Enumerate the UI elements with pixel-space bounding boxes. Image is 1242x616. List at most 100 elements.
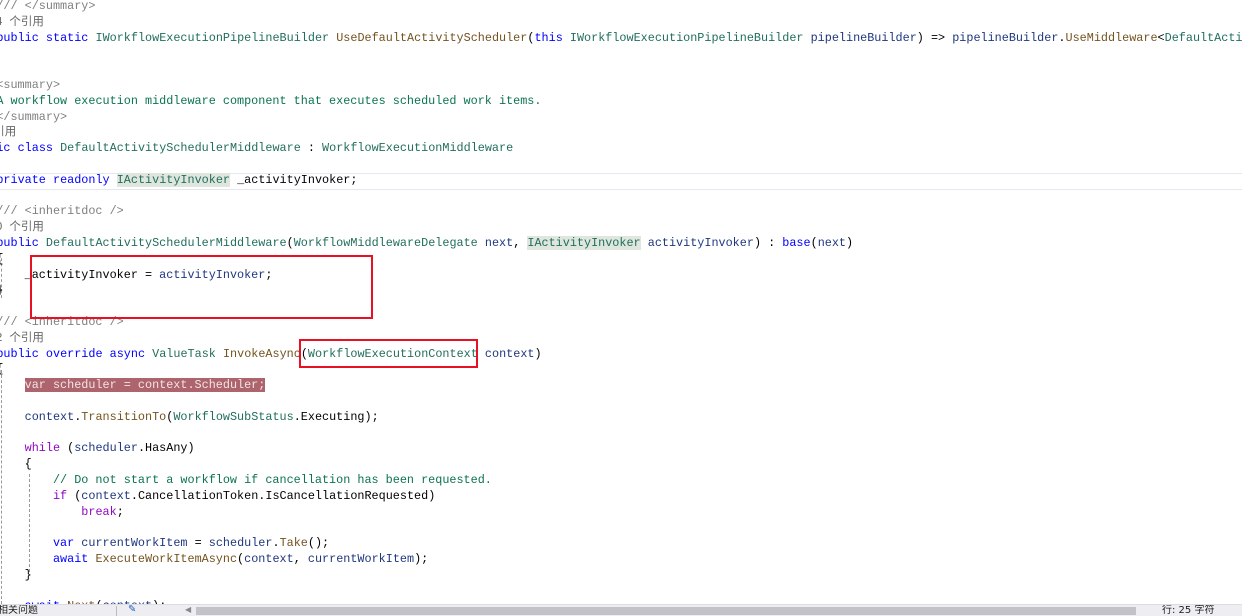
code-editor[interactable]: /// </summary> 4 个引用 public static IWork…	[0, 0, 1242, 604]
code-line[interactable]: /// A workflow execution middleware comp…	[0, 93, 541, 109]
code-line[interactable]: var scheduler = context.Scheduler;	[0, 377, 266, 393]
code-token: {	[0, 252, 3, 266]
code-line[interactable]: {	[0, 456, 32, 472]
codelens-references[interactable]: 1 个引用	[0, 126, 16, 139]
code-token: :	[300, 141, 323, 156]
code-token: ) :	[753, 236, 783, 250]
code-token: context	[484, 346, 535, 361]
code-token: scheduler	[208, 536, 273, 551]
code-token: IWorkflowExecutionPipelineBuilder	[569, 30, 804, 45]
annotation-box-constructor-body	[30, 255, 373, 319]
code-token: }	[0, 283, 3, 297]
code-line[interactable]: /// <inheritdoc />	[0, 203, 124, 219]
code-line[interactable]: while (scheduler.HasAny)	[0, 440, 195, 456]
code-token: break	[81, 504, 117, 519]
code-line[interactable]: /// <summary>	[0, 77, 60, 93]
code-line[interactable]: public static IWorkflowExecutionPipeline…	[0, 30, 1242, 46]
code-line[interactable]: /// </summary>	[0, 0, 95, 14]
code-token: IActivityInvoker	[116, 172, 230, 187]
code-token: public	[0, 236, 39, 250]
code-line[interactable]: public DefaultActivitySchedulerMiddlewar…	[0, 235, 853, 251]
code-line[interactable]: }	[0, 282, 3, 298]
code-token: .	[272, 536, 280, 551]
code-token: scheduler	[74, 441, 138, 456]
annotation-box-context-type	[299, 339, 478, 368]
code-line[interactable]: await ExecuteWorkItemAsync(context, curr…	[0, 551, 428, 567]
code-token: DefaultActivitySchedulerMiddleware	[1164, 30, 1242, 45]
code-token: UseMiddleware	[1065, 30, 1158, 45]
codelens-references[interactable]: 0 个引用	[0, 221, 44, 234]
code-line[interactable]: break;	[0, 504, 124, 520]
code-token: static	[45, 30, 89, 45]
code-token: override	[45, 346, 103, 361]
code-line[interactable]: public class DefaultActivitySchedulerMid…	[0, 140, 513, 156]
code-token: currentWorkItem	[81, 536, 188, 551]
cursor-position: 行: 25 字符	[1162, 605, 1215, 616]
code-token: TransitionTo	[81, 409, 167, 424]
code-token: context	[244, 552, 294, 566]
code-token: /// </summary>	[0, 0, 96, 13]
horizontal-scrollbar-thumb[interactable]	[196, 607, 1136, 615]
scroll-left-icon[interactable]: ◀	[185, 605, 191, 615]
code-line[interactable]: 2 个引用	[0, 330, 44, 346]
code-token: )	[846, 236, 854, 250]
code-token: activityInvoker	[647, 236, 754, 250]
codelens-references[interactable]: 2 个引用	[0, 332, 44, 345]
code-token: base	[782, 236, 811, 250]
code-token: next	[817, 236, 847, 250]
code-line[interactable]: {	[0, 361, 3, 377]
code-line[interactable]: 4 个引用	[0, 14, 44, 30]
code-line[interactable]: var currentWorkItem = scheduler.Take();	[0, 535, 329, 551]
code-line[interactable]: if (context.CancellationToken.IsCancella…	[0, 488, 435, 504]
issues-status[interactable]: 相关问题	[0, 605, 38, 616]
code-token: ) =>	[916, 30, 953, 45]
code-token: );	[414, 552, 429, 566]
codelens-references[interactable]: 4 个引用	[0, 16, 44, 29]
code-token: WorkflowSubStatus	[173, 409, 294, 424]
code-token: _activityInvoker;	[230, 172, 358, 187]
brush-icon[interactable]: ✎	[128, 605, 136, 615]
code-token: .HasAny)	[137, 441, 195, 456]
status-bar: 相关问题 ✎ ◀ 行: 25 字符	[0, 604, 1242, 616]
code-token: ExecuteWorkItemAsync	[95, 552, 238, 566]
code-token: class	[17, 141, 53, 156]
code-token: currentWorkItem	[307, 552, 415, 566]
code-line[interactable]: // Do not start a workflow if cancellati…	[0, 472, 492, 488]
code-token: WorkflowMiddlewareDelegate	[293, 236, 478, 250]
code-line[interactable]: 1 个引用	[0, 124, 16, 140]
code-line[interactable]: }	[0, 567, 32, 583]
code-token: Take	[279, 536, 308, 551]
code-token: WorkflowExecutionMiddleware	[322, 141, 514, 156]
code-token: this	[534, 30, 563, 45]
code-token: public	[0, 141, 11, 156]
code-token: // Do not start a workflow if cancellati…	[52, 473, 492, 487]
code-token: (	[60, 441, 75, 456]
code-line[interactable]: {	[0, 251, 3, 267]
code-line[interactable]: context.TransitionTo(WorkflowSubStatus.E…	[0, 409, 379, 425]
code-line[interactable]: 0 个引用	[0, 219, 44, 235]
code-token: var scheduler = context.Scheduler;	[24, 378, 266, 393]
code-line[interactable]: private readonly IActivityInvoker _activ…	[0, 172, 357, 188]
code-token: ();	[307, 536, 330, 551]
code-token: /// <inheritdoc />	[0, 204, 124, 219]
code-token: InvokeAsync	[222, 346, 301, 361]
code-token: }	[24, 567, 32, 582]
code-token: (	[810, 236, 818, 250]
code-token: {	[24, 457, 32, 472]
code-token: readonly	[52, 172, 110, 187]
code-line[interactable]: /// </summary>	[0, 109, 67, 125]
